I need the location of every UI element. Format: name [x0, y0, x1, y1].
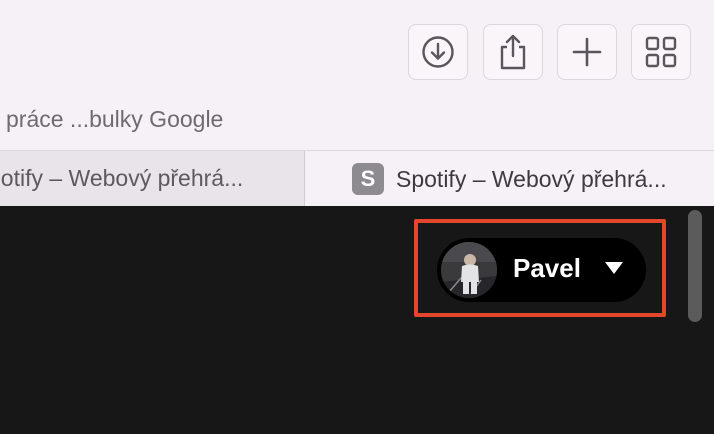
share-button[interactable]	[483, 24, 543, 80]
grid-icon	[645, 36, 677, 68]
user-menu-button[interactable]: Pavel	[437, 238, 646, 302]
caret-down-icon	[604, 261, 624, 280]
new-tab-button[interactable]	[557, 24, 617, 80]
tab-spotify[interactable]: S Spotify – Webový přehrá...	[352, 151, 714, 207]
plus-icon	[572, 37, 602, 67]
bookmark-item[interactable]: práce ...bulky Google	[6, 106, 223, 133]
share-icon	[498, 33, 528, 71]
user-name: Pavel	[513, 253, 581, 283]
tab-overview-button[interactable]	[631, 24, 691, 80]
browser-toolbar	[0, 0, 714, 104]
tab-spotify-active[interactable]: potify – Webový přehrá...	[0, 151, 305, 207]
tab-title: potify – Webový přehrá...	[0, 165, 244, 191]
scrollbar[interactable]	[688, 210, 702, 322]
spotify-favicon-icon: S	[352, 163, 384, 195]
tab-bar: potify – Webový přehrá... S Spotify – We…	[0, 150, 714, 207]
avatar	[441, 242, 497, 298]
download-icon	[421, 35, 455, 69]
tab-title: Spotify – Webový přehrá...	[396, 165, 667, 192]
download-button[interactable]	[408, 24, 468, 80]
